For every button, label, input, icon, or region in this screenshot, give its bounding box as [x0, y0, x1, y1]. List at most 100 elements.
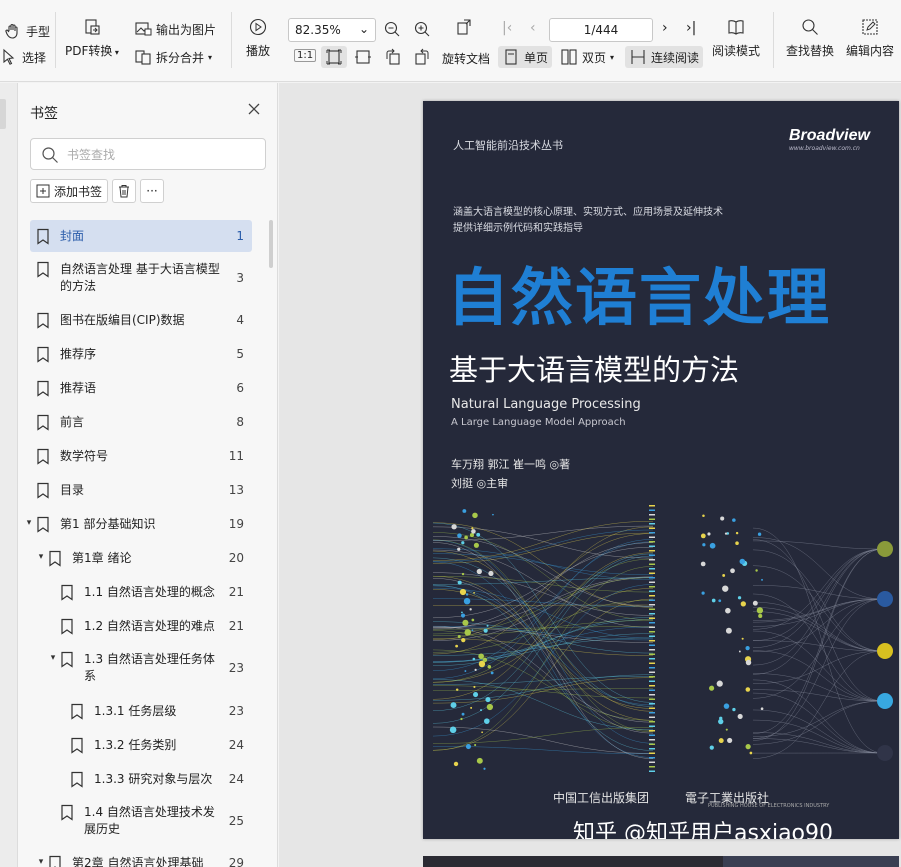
illustration-dot: [483, 628, 488, 633]
expand-arrow-icon[interactable]: ▾: [24, 518, 34, 528]
illustration-dot: [758, 613, 763, 619]
pdf-convert-label: PDF转换: [65, 44, 113, 58]
bookmark-item[interactable]: 1.3.1 任务层级 23: [30, 701, 252, 721]
page-number-input[interactable]: 1/444: [549, 18, 653, 42]
next-page-button[interactable]: ›: [662, 20, 668, 36]
cover-title: 自然语言处理: [447, 261, 832, 334]
first-page-button[interactable]: |‹: [502, 20, 512, 36]
illustration-node: [877, 745, 893, 761]
illustration-bar: [649, 716, 655, 718]
illustration-dot: [461, 712, 465, 716]
cover-english-title: Natural Language Processing: [451, 397, 641, 412]
bookmark-item[interactable]: ▾ 1.3 自然语言处理任务体系 23: [30, 649, 252, 687]
bookmark-item[interactable]: ▾ 第2章 自然语言处理基础 29: [30, 853, 252, 867]
illustration-dot: [702, 543, 706, 547]
rotate-left-button[interactable]: [384, 48, 402, 66]
rotate-icon-button[interactable]: [455, 18, 473, 36]
bookmark-item[interactable]: ▾ 第1章 绪论 20: [30, 548, 252, 568]
image-export-icon: [134, 20, 152, 38]
fit-width-button[interactable]: [354, 48, 372, 66]
rotate-right-icon: [413, 48, 431, 66]
double-page-button[interactable]: 双页 ▾: [560, 48, 614, 66]
bookmark-item[interactable]: 推荐语 6: [30, 378, 252, 398]
illustration-curve: [432, 575, 654, 721]
delete-bookmark-button[interactable]: [112, 179, 136, 203]
expand-arrow-icon[interactable]: ▾: [36, 552, 46, 562]
bookmark-item[interactable]: 1.3.3 研究对象与层次 24: [30, 769, 252, 789]
cover-authors: 车万翔 郭江 崔一鸣 ◎著: [451, 458, 571, 471]
illustration-dot: [485, 697, 491, 703]
bookmark-label: 1.3.2 任务类别: [94, 737, 176, 754]
document-view[interactable]: 人工智能前沿技术丛书 Broadview www.broadview.com.c…: [279, 83, 901, 867]
last-page-button[interactable]: ›|: [686, 20, 696, 36]
bookmark-search-input[interactable]: [67, 146, 247, 164]
bookmark-item[interactable]: 目录 13: [30, 480, 252, 500]
edit-content-button[interactable]: 编辑内容: [846, 18, 894, 59]
bookmark-item[interactable]: 1.3.2 任务类别 24: [30, 735, 252, 755]
panel-scrollbar[interactable]: [269, 220, 273, 268]
cover-subtitle: 基于大语言模型的方法: [449, 353, 740, 387]
bookmark-item[interactable]: 数学符号 11: [30, 446, 252, 466]
play-button[interactable]: 播放: [246, 18, 270, 59]
illustration-bar: [649, 608, 655, 610]
bookmark-item[interactable]: 前言 8: [30, 412, 252, 432]
illustration-dot: [472, 512, 478, 519]
bookmark-label-line: 1.1 自然语言处理的概念: [84, 584, 215, 599]
bookmark-item[interactable]: ▾ 第1 部分基础知识 19: [27, 514, 252, 534]
rotate-document-button[interactable]: 旋转文档: [442, 50, 490, 67]
bookmark-label: 图书在版编目(CIP)数据: [60, 312, 185, 329]
illustration-bar: [649, 563, 655, 565]
actual-size-label: 1:1: [297, 50, 314, 61]
bookmark-label-line: 第1章 绪论: [72, 550, 132, 565]
illustration-dot: [476, 568, 482, 575]
read-mode-button[interactable]: 阅读模式: [712, 18, 760, 59]
bookmark-page-number: 23: [228, 661, 244, 675]
zoom-in-button[interactable]: [413, 20, 431, 38]
illustration-dot: [735, 531, 739, 535]
illustration-bar: [649, 590, 655, 592]
bookmark-item[interactable]: 推荐序 5: [30, 344, 252, 364]
illustration-bar: [649, 550, 655, 552]
hand-icon: [4, 22, 22, 40]
rotate-right-button[interactable]: [413, 48, 431, 66]
bookmark-item[interactable]: 图书在版编目(CIP)数据 4: [30, 310, 252, 330]
bookmark-item[interactable]: 1.2 自然语言处理的难点 21: [30, 616, 252, 636]
bookmark-label: 第1 部分基础知识: [60, 516, 155, 533]
continuous-read-button[interactable]: 连续阅读: [625, 46, 704, 68]
bookmark-label-line: 1.3.3 研究对象与层次: [94, 771, 213, 786]
illustration-dot: [461, 637, 466, 643]
close-icon[interactable]: [246, 101, 262, 117]
illustration-bar: [649, 635, 655, 637]
bookmark-page-number: 13: [228, 483, 244, 497]
pdf-convert-button[interactable]: PDF转换 ▾: [65, 18, 119, 59]
bookmark-item[interactable]: 封面 1: [30, 220, 252, 252]
select-tool-button[interactable]: 选择: [0, 48, 46, 66]
bookmark-item[interactable]: 1.4 自然语言处理技术发 展历史 25: [30, 802, 252, 840]
illustration-dot: [727, 737, 733, 744]
expand-arrow-icon[interactable]: ▾: [48, 653, 58, 663]
rail-active-tab[interactable]: [0, 99, 6, 129]
bookmark-item[interactable]: 1.1 自然语言处理的概念 21: [30, 582, 252, 602]
illustration-dot: [723, 703, 730, 709]
split-merge-button[interactable]: 拆分合并 ▾: [134, 48, 212, 66]
add-bookmark-button[interactable]: 添加书签: [30, 179, 108, 203]
hand-tool-button[interactable]: 手型: [4, 22, 50, 40]
fit-page-button[interactable]: [321, 46, 347, 68]
zoom-out-button[interactable]: [383, 20, 401, 38]
illustration-bar: [649, 622, 655, 624]
actual-size-button[interactable]: 1:1: [294, 49, 317, 62]
cover-series: 人工智能前沿技术丛书: [453, 139, 563, 152]
illustration-dot: [478, 653, 484, 660]
zoom-select[interactable]: 82.35% ⌄: [288, 18, 376, 42]
more-options-button[interactable]: ···: [140, 179, 164, 203]
bookmark-item[interactable]: 自然语言处理 基于大语言模型 的方法 3: [30, 259, 252, 297]
prev-page-button[interactable]: ‹: [530, 20, 536, 36]
single-page-button[interactable]: 单页: [498, 46, 553, 68]
export-image-button[interactable]: 输出为图片: [134, 20, 216, 38]
cover-tagline-line1: 涵盖大语言模型的核心原理、实现方式、应用场景及延伸技术: [453, 207, 723, 218]
search-icon: [41, 146, 59, 164]
find-replace-button[interactable]: 查找替换: [786, 18, 834, 59]
expand-arrow-icon[interactable]: ▾: [36, 857, 46, 867]
illustration-dot: [488, 570, 494, 577]
bookmark-label: 第1章 绪论: [72, 550, 131, 567]
